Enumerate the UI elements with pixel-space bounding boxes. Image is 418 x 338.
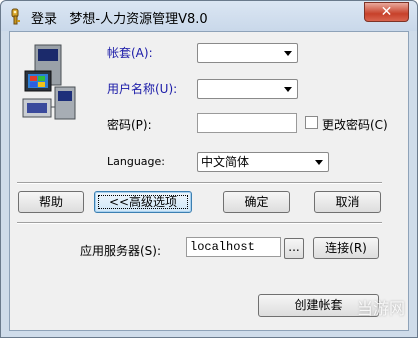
watermark: 当游网 xyxy=(356,299,405,318)
login-window: 登录 梦想-人力资源管理V8.0 ✕ 帐套(A): 用户名称(U): 密码(P)… xyxy=(0,0,418,338)
account-select[interactable] xyxy=(197,43,298,63)
divider xyxy=(17,222,382,224)
password-field[interactable] xyxy=(197,113,297,133)
focus-ring xyxy=(98,195,188,209)
server-value: localhost xyxy=(190,240,255,254)
ok-button-label: 确定 xyxy=(244,195,269,209)
chevron-down-icon xyxy=(284,51,292,56)
server-field[interactable]: localhost xyxy=(186,237,281,257)
language-select[interactable]: 中文简体 xyxy=(197,152,329,172)
browse-button-label: ... xyxy=(288,240,300,254)
browse-button[interactable]: ... xyxy=(284,238,304,259)
connect-button[interactable]: 连接(R) xyxy=(313,237,379,259)
password-label: 密码(P): xyxy=(107,118,152,132)
help-button[interactable]: 帮助 xyxy=(18,191,84,213)
divider xyxy=(17,182,382,184)
ok-button[interactable]: 确定 xyxy=(223,191,290,213)
computers-network-icon xyxy=(22,44,76,120)
account-label: 帐套(A): xyxy=(107,46,153,60)
chevron-down-icon xyxy=(315,160,323,165)
chevron-down-icon xyxy=(284,87,292,92)
window-title: 登录 梦想-人力资源管理V8.0 xyxy=(31,12,208,27)
server-label: 应用服务器(S): xyxy=(80,244,162,258)
close-button[interactable]: ✕ xyxy=(364,2,409,22)
username-label: 用户名称(U): xyxy=(107,82,178,96)
language-value: 中文简体 xyxy=(201,155,250,169)
title-bar[interactable]: 登录 梦想-人力资源管理V8.0 ✕ xyxy=(1,1,417,31)
language-label: Language: xyxy=(107,155,165,168)
close-icon: ✕ xyxy=(380,4,393,20)
change-password-label[interactable]: 更改密码(C) xyxy=(322,116,388,133)
create-account-label: 创建帐套 xyxy=(294,298,343,312)
change-password-checkbox[interactable] xyxy=(305,116,318,129)
connect-button-label: 连接(R) xyxy=(325,241,367,255)
cancel-button[interactable]: 取消 xyxy=(314,191,381,213)
help-button-label: 帮助 xyxy=(38,195,63,209)
cancel-button-label: 取消 xyxy=(335,195,360,209)
username-select[interactable] xyxy=(197,79,298,99)
advanced-options-button[interactable]: <<高级选项 xyxy=(94,191,192,213)
key-icon xyxy=(11,8,20,25)
